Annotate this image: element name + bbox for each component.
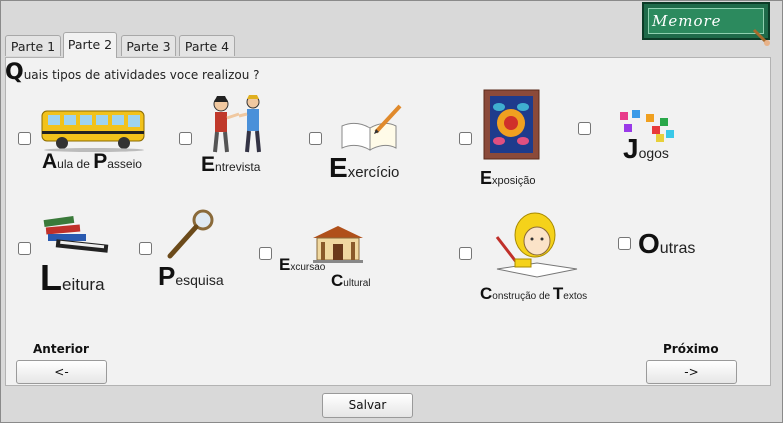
label-outras: Outras: [638, 228, 696, 259]
label-jogos: Jogos: [623, 133, 669, 164]
magnifier-icon: [167, 209, 214, 259]
checkbox-exposicao[interactable]: [459, 132, 472, 145]
checkbox-jogos[interactable]: [578, 122, 591, 135]
question-rest: uais tipos de atividades voce realizou ?: [23, 68, 260, 82]
memore-logo: Memore: [642, 2, 770, 46]
label-exposicao: Exposição: [480, 168, 536, 188]
label-leitura: Leitura: [40, 257, 105, 298]
pen-icon: [752, 28, 770, 46]
tab-parte-3[interactable]: Parte 3: [121, 35, 176, 56]
logo-text: Memore: [652, 12, 722, 30]
books-icon: [43, 215, 109, 253]
checkbox-outras[interactable]: [618, 237, 631, 250]
label-entrevista: Entrevista: [201, 153, 261, 176]
label-exercicio: Exercício: [329, 152, 400, 183]
checkbox-aula-de-passeio[interactable]: [18, 132, 31, 145]
tab-parte-1[interactable]: Parte 1: [5, 35, 61, 56]
previous-label: Anterior: [33, 342, 89, 356]
child-writing-icon: [495, 212, 578, 278]
label-construcao-de-textos: Construção de Textos: [480, 284, 588, 303]
tab-parte-4[interactable]: Parte 4: [179, 35, 235, 56]
school-bus-icon: [41, 110, 145, 152]
framed-art-icon: [483, 89, 540, 160]
next-label: Próximo: [663, 342, 719, 356]
question-text: Quais tipos de atividades voce realizou …: [5, 60, 260, 85]
label-excursao-cultural: Excursao Cultural: [279, 255, 371, 290]
interview-icon: [213, 95, 261, 153]
next-button[interactable]: ->: [646, 360, 737, 384]
label-aula-de-passeio: Aula de Passeio: [42, 150, 142, 173]
question-initial: Q: [5, 60, 24, 85]
save-button[interactable]: Salvar: [322, 393, 413, 418]
checkbox-entrevista[interactable]: [179, 132, 192, 145]
checkbox-exercicio[interactable]: [309, 132, 322, 145]
previous-button[interactable]: <-: [16, 360, 107, 384]
label-pesquisa: Pesquisa: [158, 261, 224, 291]
checkbox-leitura[interactable]: [18, 242, 31, 255]
checkbox-excursao-cultural[interactable]: [259, 247, 272, 260]
checkbox-construcao-de-textos[interactable]: [459, 247, 472, 260]
tab-parte-2[interactable]: Parte 2: [63, 32, 117, 58]
notebook-pencil-icon: [341, 104, 402, 151]
checkbox-pesquisa[interactable]: [139, 242, 152, 255]
